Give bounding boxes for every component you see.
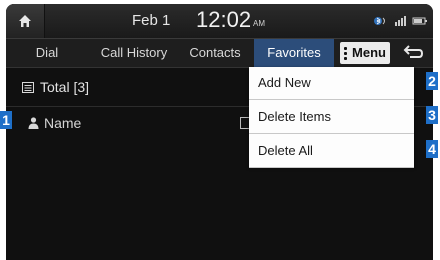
menu-item-delete-items[interactable]: Delete Items bbox=[249, 101, 414, 134]
status-icons bbox=[374, 16, 427, 26]
signal-icon bbox=[395, 16, 406, 26]
tab-bar: Dial Call History Contacts Favorites Men… bbox=[6, 39, 433, 68]
home-icon bbox=[19, 15, 31, 27]
callout-marker-4: 4 bbox=[426, 140, 438, 158]
tab-dial[interactable]: Dial bbox=[24, 39, 70, 67]
back-icon[interactable] bbox=[401, 44, 425, 62]
head-unit-display: Feb 1 12:02 AM Dial Call History Contact… bbox=[6, 4, 433, 260]
menu-item-add-new[interactable]: Add New bbox=[249, 67, 414, 100]
list-icon bbox=[22, 82, 34, 93]
menu-button-label: Menu bbox=[352, 45, 386, 60]
menu-button[interactable]: Menu bbox=[340, 42, 390, 64]
screenshot-canvas: Feb 1 12:02 AM Dial Call History Contact… bbox=[0, 0, 440, 260]
status-time: 12:02 bbox=[196, 7, 252, 32]
battery-icon bbox=[412, 17, 427, 25]
tab-call-history[interactable]: Call History bbox=[89, 39, 179, 67]
callout-marker-3: 3 bbox=[426, 106, 438, 124]
status-date: Feb 1 bbox=[132, 12, 171, 29]
bluetooth-icon bbox=[374, 17, 385, 25]
total-count: Total [3] bbox=[40, 79, 90, 95]
tab-favorites[interactable]: Favorites bbox=[254, 39, 334, 67]
name-header: Name bbox=[44, 115, 82, 131]
menu-item-delete-all[interactable]: Delete All bbox=[249, 135, 414, 168]
callout-marker-2: 2 bbox=[426, 72, 438, 90]
person-icon bbox=[28, 117, 39, 129]
callout-marker-1: 1 bbox=[0, 111, 12, 129]
home-button[interactable] bbox=[6, 4, 45, 38]
menu-dropdown: Add New Delete Items Delete All bbox=[249, 67, 414, 168]
more-dots-icon bbox=[344, 47, 347, 60]
tab-contacts[interactable]: Contacts bbox=[180, 39, 250, 67]
status-ampm: AM bbox=[253, 19, 265, 28]
status-bar: Feb 1 12:02 AM bbox=[6, 4, 433, 39]
